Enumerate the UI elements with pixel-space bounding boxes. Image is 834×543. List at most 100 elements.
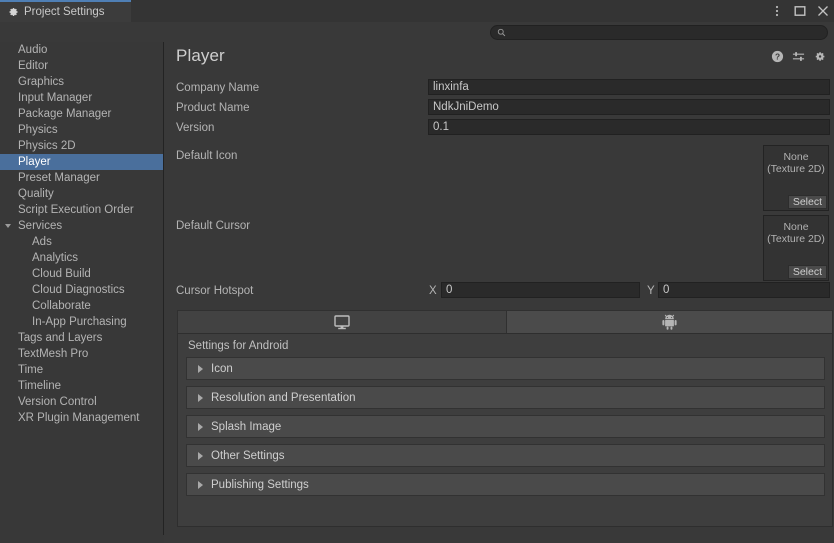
sidebar-item-label: Editor — [18, 60, 49, 72]
sidebar-item-script-execution-order[interactable]: Script Execution Order — [0, 202, 163, 218]
chevron-right-icon[interactable] — [198, 451, 203, 460]
sidebar-item-label: Time — [18, 364, 44, 376]
settings-for-platform-label: Settings for Android — [188, 340, 289, 352]
hotspot-x-input[interactable] — [441, 282, 640, 298]
foldout-icon[interactable]: Icon — [186, 357, 825, 380]
sidebar-item-services[interactable]: Services — [0, 218, 163, 234]
sidebar-item-version-control[interactable]: Version Control — [0, 394, 163, 410]
hotspot-y-letter: Y — [647, 285, 655, 297]
settings-category-list[interactable]: Audio Editor Graphics Input Manager Package … — [0, 42, 163, 535]
sidebar-item-player[interactable]: Player — [0, 154, 163, 170]
project-settings-window: Project Settings Audio Editor Graphics I… — [0, 0, 834, 543]
settings-gear-icon[interactable] — [813, 50, 826, 63]
foldout-label: Publishing Settings — [211, 478, 309, 491]
product-name-input[interactable] — [428, 99, 830, 115]
sidebar-item-label: Preset Manager — [18, 172, 100, 184]
sidebar-item-preset-manager[interactable]: Preset Manager — [0, 170, 163, 186]
default-icon-label: Default Icon — [176, 150, 238, 162]
hotspot-x-letter: X — [429, 285, 437, 297]
default-icon-select-button[interactable]: Select — [787, 195, 827, 209]
sidebar-item-cloud-diagnostics[interactable]: Cloud Diagnostics — [0, 282, 163, 298]
tab-title-label: Project Settings — [24, 6, 105, 18]
search-bar-row — [0, 22, 834, 42]
sidebar-item-ads[interactable]: Ads — [0, 234, 163, 250]
foldout-label: Resolution and Presentation — [211, 391, 356, 404]
sidebar-item-label: Timeline — [18, 380, 62, 392]
title-bar: Project Settings — [0, 0, 834, 22]
foldout-publishing-settings[interactable]: Publishing Settings — [186, 473, 825, 496]
version-input[interactable] — [428, 119, 830, 135]
sidebar-item-label: Analytics — [32, 252, 79, 264]
search-input[interactable] — [510, 26, 810, 39]
default-cursor-none-text: None (Texture 2D) — [767, 221, 825, 245]
close-icon[interactable] — [816, 4, 830, 18]
hotspot-y-input[interactable] — [658, 282, 830, 298]
sidebar-item-cloud-build[interactable]: Cloud Build — [0, 266, 163, 282]
search-box[interactable] — [490, 25, 828, 40]
monitor-icon — [334, 314, 350, 330]
sidebar-item-label: Audio — [18, 44, 48, 56]
foldout-splash-image[interactable]: Splash Image — [186, 415, 825, 438]
sidebar-item-quality[interactable]: Quality — [0, 186, 163, 202]
sidebar-item-timeline[interactable]: Timeline — [0, 378, 163, 394]
sidebar-item-label: Package Manager — [18, 108, 112, 120]
sidebar-item-editor[interactable]: Editor — [0, 58, 163, 74]
default-cursor-select-button[interactable]: Select — [787, 265, 827, 279]
sidebar-item-audio[interactable]: Audio — [0, 42, 163, 58]
sidebar-item-label: Tags and Layers — [18, 332, 103, 344]
default-icon-object-field[interactable]: None (Texture 2D) Select — [763, 145, 829, 211]
tab-standalone[interactable] — [177, 310, 507, 333]
platform-settings-body: Settings for Android Icon Resolution and … — [177, 333, 833, 527]
sidebar-item-physics[interactable]: Physics — [0, 122, 163, 138]
sidebar-item-package-manager[interactable]: Package Manager — [0, 106, 163, 122]
tab-android[interactable] — [507, 310, 833, 333]
foldout-other-settings[interactable]: Other Settings — [186, 444, 825, 467]
sidebar-item-label: Cloud Build — [32, 268, 91, 280]
window-controls — [770, 0, 830, 22]
android-icon — [662, 314, 677, 330]
tab-project-settings[interactable]: Project Settings — [0, 0, 131, 22]
sidebar-item-label: In-App Purchasing — [32, 316, 127, 328]
panel-header-icons: ? — [771, 50, 826, 63]
help-icon[interactable]: ? — [771, 50, 784, 63]
search-icon — [497, 28, 506, 37]
sidebar-item-collaborate[interactable]: Collaborate — [0, 298, 163, 314]
sidebar-item-analytics[interactable]: Analytics — [0, 250, 163, 266]
sidebar-item-time[interactable]: Time — [0, 362, 163, 378]
company-name-input[interactable] — [428, 79, 830, 95]
sidebar-item-label: Graphics — [18, 76, 65, 88]
player-settings-panel: Player ? Company Name linxinfa Product N… — [164, 42, 834, 543]
sidebar-item-physics-2d[interactable]: Physics 2D — [0, 138, 163, 154]
chevron-down-icon[interactable] — [5, 224, 11, 228]
maximize-icon[interactable] — [793, 4, 807, 18]
default-cursor-object-field[interactable]: None (Texture 2D) Select — [763, 215, 829, 281]
foldout-label: Splash Image — [211, 420, 282, 433]
sidebar-item-label: Physics 2D — [18, 140, 76, 152]
chevron-right-icon[interactable] — [198, 393, 203, 402]
sidebar-item-tags-and-layers[interactable]: Tags and Layers — [0, 330, 163, 346]
sidebar-item-label: Cloud Diagnostics — [32, 284, 125, 296]
chevron-right-icon[interactable] — [198, 480, 203, 489]
sidebar-item-graphics[interactable]: Graphics — [0, 74, 163, 90]
sidebar-item-input-manager[interactable]: Input Manager — [0, 90, 163, 106]
product-name-label: Product Name — [176, 102, 250, 114]
chevron-right-icon[interactable] — [198, 364, 203, 373]
sidebar-item-label: Collaborate — [32, 300, 91, 312]
chevron-right-icon[interactable] — [198, 422, 203, 431]
sidebar-item-label: XR Plugin Management — [18, 412, 140, 424]
sidebar-item-xr-plugin-management[interactable]: XR Plugin Management — [0, 410, 163, 426]
platform-settings-area: Settings for Android Icon Resolution and … — [177, 310, 833, 530]
sidebar-item-in-app-purchasing[interactable]: In-App Purchasing — [0, 314, 163, 330]
preset-icon[interactable] — [792, 50, 805, 63]
svg-text:?: ? — [775, 52, 780, 62]
more-options-icon[interactable] — [770, 4, 784, 18]
sidebar-item-textmesh-pro[interactable]: TextMesh Pro — [0, 346, 163, 362]
sidebar-item-label: Quality — [18, 188, 54, 200]
sidebar-item-label: Ads — [32, 236, 52, 248]
foldout-resolution-and-presentation[interactable]: Resolution and Presentation — [186, 386, 825, 409]
sidebar-item-label: Script Execution Order — [18, 204, 134, 216]
sidebar-item-label: Physics — [18, 124, 58, 136]
default-icon-none-text: None (Texture 2D) — [767, 151, 825, 175]
sidebar-item-label: TextMesh Pro — [18, 348, 89, 360]
foldout-label: Icon — [211, 362, 233, 375]
